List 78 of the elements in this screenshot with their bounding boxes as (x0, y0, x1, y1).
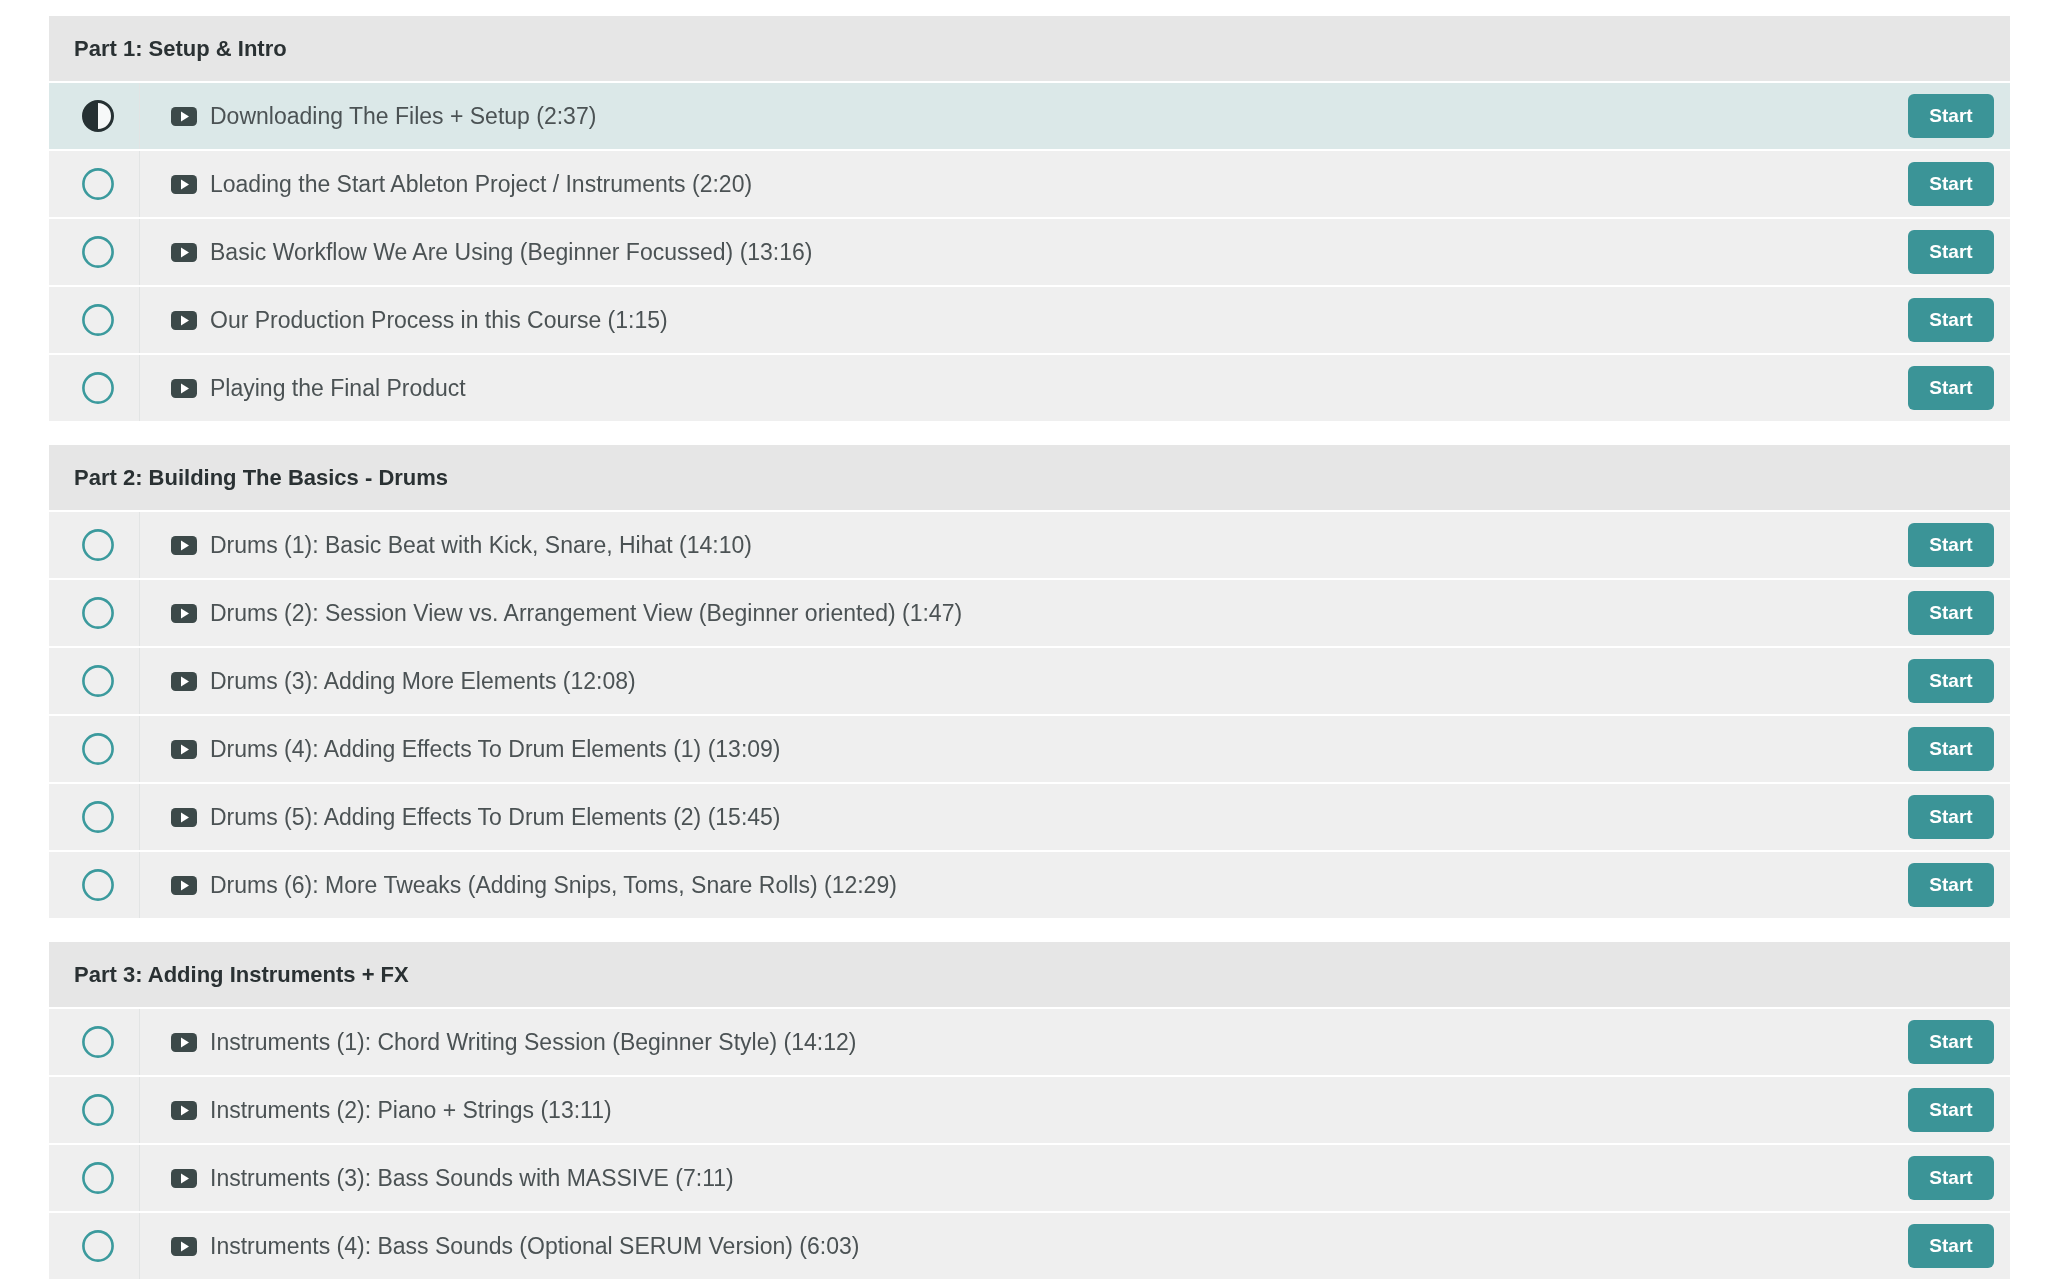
play-icon (171, 174, 197, 194)
play-icon (171, 242, 197, 262)
half-filled-circle-icon[interactable] (82, 100, 114, 132)
circle-icon[interactable] (82, 168, 114, 200)
lecture-title: Instruments (1): Chord Writing Session (Beginner Style) (14:12) (210, 1027, 857, 1057)
play-icon (171, 1168, 197, 1188)
start-button[interactable]: Start (1908, 1020, 1994, 1064)
circle-icon[interactable] (82, 304, 114, 336)
circle-icon[interactable] (82, 372, 114, 404)
play-icon (171, 1236, 197, 1256)
start-button[interactable]: Start (1908, 366, 1994, 410)
play-icon (171, 1100, 197, 1120)
section-title: Part 2: Building The Basics - Drums (74, 464, 449, 492)
start-button[interactable]: Start (1908, 863, 1994, 907)
circle-icon[interactable] (82, 597, 114, 629)
play-icon (171, 106, 197, 126)
circle-icon[interactable] (82, 801, 114, 833)
lecture-title: Downloading The Files + Setup (2:37) (210, 101, 597, 131)
lecture-title: Drums (6): More Tweaks (Adding Snips, Toms, Snare Rolls) (12:29) (210, 870, 897, 900)
lecture-row[interactable]: Instruments (1): Chord Writing Session (Beginner Style) (14:12) Start (49, 1009, 2010, 1075)
play-icon (171, 310, 197, 330)
lecture-row[interactable]: Instruments (4): Bass Sounds (Optional SERUM Version) (6:03) Start (49, 1213, 2010, 1279)
lecture-title: Our Production Process in this Course (1:15) (210, 305, 668, 335)
circle-icon[interactable] (82, 869, 114, 901)
play-icon (171, 671, 197, 691)
start-button[interactable]: Start (1908, 94, 1994, 138)
play-icon (171, 378, 197, 398)
lecture-row[interactable]: Drums (1): Basic Beat with Kick, Snare, Hihat (14:10) Start (49, 512, 2010, 578)
start-button[interactable]: Start (1908, 795, 1994, 839)
circle-icon[interactable] (82, 1230, 114, 1262)
lecture-row[interactable]: Downloading The Files + Setup (2:37) Start (49, 83, 2010, 149)
lecture-title: Drums (1): Basic Beat with Kick, Snare, Hihat (14:10) (210, 530, 752, 560)
start-button[interactable]: Start (1908, 727, 1994, 771)
play-icon (171, 807, 197, 827)
lecture-title: Instruments (2): Piano + Strings (13:11) (210, 1095, 612, 1125)
lecture-title: Instruments (3): Bass Sounds with MASSIVE (7:11) (210, 1163, 734, 1193)
play-icon (171, 739, 197, 759)
lecture-title: Drums (4): Adding Effects To Drum Elements (1) (13:09) (210, 734, 781, 764)
lecture-row[interactable]: Loading the Start Ableton Project / Instruments (2:20) Start (49, 151, 2010, 217)
lecture-title: Drums (5): Adding Effects To Drum Elements (2) (15:45) (210, 802, 781, 832)
lecture-title: Drums (3): Adding More Elements (12:08) (210, 666, 636, 696)
lecture-row[interactable]: Our Production Process in this Course (1:15) Start (49, 287, 2010, 353)
section-title: Part 1: Setup & Intro (74, 35, 287, 63)
lecture-row[interactable]: Instruments (3): Bass Sounds with MASSIVE (7:11) Start (49, 1145, 2010, 1211)
lecture-title: Playing the Final Product (210, 373, 466, 403)
circle-icon[interactable] (82, 1162, 114, 1194)
lecture-row[interactable]: Drums (5): Adding Effects To Drum Elements (2) (15:45) Start (49, 784, 2010, 850)
play-icon (171, 603, 197, 623)
lecture-title: Drums (2): Session View vs. Arrangement View (Beginner oriented) (1:47) (210, 598, 963, 628)
lecture-row[interactable]: Drums (6): More Tweaks (Adding Snips, Toms, Snare Rolls) (12:29) Start (49, 852, 2010, 918)
section-title: Part 3: Adding Instruments + FX (74, 961, 409, 989)
lecture-row[interactable]: Playing the Final Product Start (49, 355, 2010, 421)
circle-icon[interactable] (82, 1094, 114, 1126)
start-button[interactable]: Start (1908, 162, 1994, 206)
play-icon (171, 1032, 197, 1052)
play-icon (171, 875, 197, 895)
start-button[interactable]: Start (1908, 1088, 1994, 1132)
play-icon (171, 535, 197, 555)
circle-icon[interactable] (82, 1026, 114, 1058)
circle-icon[interactable] (82, 236, 114, 268)
lecture-row[interactable]: Drums (4): Adding Effects To Drum Elements (1) (13:09) Start (49, 716, 2010, 782)
start-button[interactable]: Start (1908, 298, 1994, 342)
lecture-title: Loading the Start Ableton Project / Instruments (2:20) (210, 169, 753, 199)
circle-icon[interactable] (82, 529, 114, 561)
lecture-row[interactable]: Drums (3): Adding More Elements (12:08) Start (49, 648, 2010, 714)
start-button[interactable]: Start (1908, 1224, 1994, 1268)
lecture-title: Instruments (4): Bass Sounds (Optional SERUM Version) (6:03) (210, 1231, 860, 1261)
lecture-row[interactable]: Drums (2): Session View vs. Arrangement View (Beginner oriented) (1:47) Start (49, 580, 2010, 646)
start-button[interactable]: Start (1908, 523, 1994, 567)
start-button[interactable]: Start (1908, 591, 1994, 635)
lecture-row[interactable]: Instruments (2): Piano + Strings (13:11) Start (49, 1077, 2010, 1143)
lecture-row[interactable]: Basic Workflow We Are Using (Beginner Focussed) (13:16) Start (49, 219, 2010, 285)
start-button[interactable]: Start (1908, 230, 1994, 274)
circle-icon[interactable] (82, 733, 114, 765)
circle-icon[interactable] (82, 665, 114, 697)
lecture-title: Basic Workflow We Are Using (Beginner Focussed) (13:16) (210, 237, 813, 267)
start-button[interactable]: Start (1908, 659, 1994, 703)
start-button[interactable]: Start (1908, 1156, 1994, 1200)
